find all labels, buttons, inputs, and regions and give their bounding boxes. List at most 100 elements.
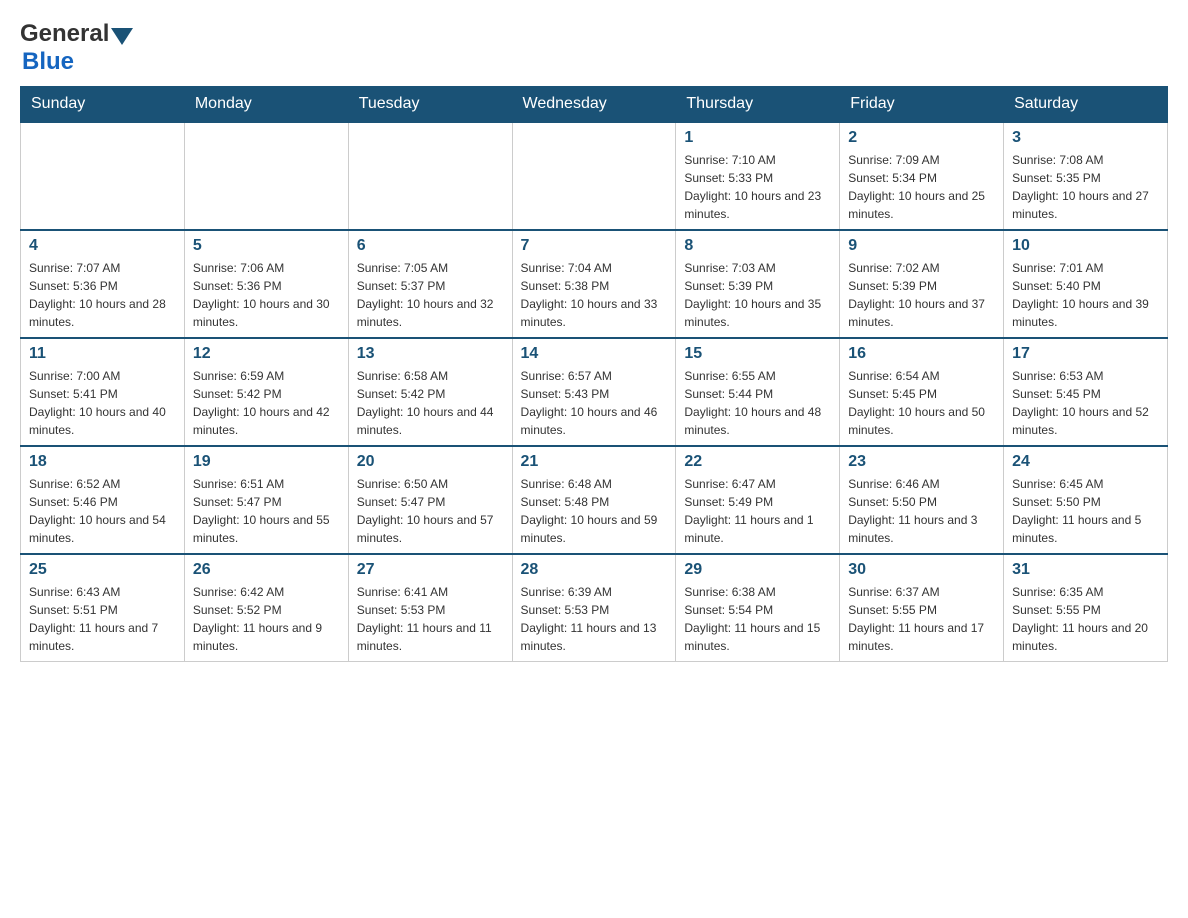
calendar-cell: 18Sunrise: 6:52 AM Sunset: 5:46 PM Dayli… xyxy=(21,446,185,554)
calendar-cell: 2 Sunrise: 7:09 AM Sunset: 5:34 PM Daylig… xyxy=(840,122,1004,230)
calendar-cell: 11 Sunrise: 7:00 AM Sunset: 5:41 PM Dayli… xyxy=(21,338,185,446)
day-number: 20 xyxy=(357,453,504,471)
day-info: Sunrise: 7:00 AM Sunset: 5:41 PM Dayligh… xyxy=(29,367,176,439)
calendar-cell xyxy=(512,122,676,230)
day-number: 19 xyxy=(193,453,340,471)
calendar-week-1: 1 Sunrise: 7:10 AM Sunset: 5:33 PM Daylig… xyxy=(21,122,1168,230)
calendar-cell: 9Sunrise: 7:02 AM Sunset: 5:39 PM Daylig… xyxy=(840,230,1004,338)
day-number: 8 xyxy=(684,237,831,255)
day-number: 15 xyxy=(684,345,831,363)
calendar-cell: 22 Sunrise: 6:47 AM Sunset: 5:49 PM Dayli… xyxy=(676,446,840,554)
day-number: 22 xyxy=(684,453,831,471)
day-info: Sunrise: 6:50 AM Sunset: 5:47 PM Dayligh… xyxy=(357,475,504,547)
day-number: 28 xyxy=(521,561,668,579)
day-number: 9 xyxy=(848,237,995,255)
calendar-cell: 29 Sunrise: 6:38 AM Sunset: 5:54 PM Dayli… xyxy=(676,554,840,662)
day-number: 24 xyxy=(1012,453,1159,471)
day-info: Sunrise: 7:09 AM Sunset: 5:34 PM Dayligh… xyxy=(848,151,995,223)
day-info: Sunrise: 6:42 AM Sunset: 5:52 PM Dayligh… xyxy=(193,583,340,655)
day-info: Sunrise: 7:10 AM Sunset: 5:33 PM Dayligh… xyxy=(684,151,831,223)
day-number: 6 xyxy=(357,237,504,255)
calendar-week-2: 4 Sunrise: 7:07 AM Sunset: 5:36 PM Daylig… xyxy=(21,230,1168,338)
day-info: Sunrise: 6:59 AM Sunset: 5:42 PM Dayligh… xyxy=(193,367,340,439)
calendar-cell: 6 Sunrise: 7:05 AM Sunset: 5:37 PM Daylig… xyxy=(348,230,512,338)
day-info: Sunrise: 6:43 AM Sunset: 5:51 PM Dayligh… xyxy=(29,583,176,655)
day-info: Sunrise: 6:54 AM Sunset: 5:45 PM Dayligh… xyxy=(848,367,995,439)
logo-blue-text: Blue xyxy=(22,48,74,75)
day-info: Sunrise: 7:01 AM Sunset: 5:40 PM Dayligh… xyxy=(1012,259,1159,331)
day-info: Sunrise: 6:48 AM Sunset: 5:48 PM Dayligh… xyxy=(521,475,668,547)
calendar-cell: 30Sunrise: 6:37 AM Sunset: 5:55 PM Dayli… xyxy=(840,554,1004,662)
day-info: Sunrise: 7:05 AM Sunset: 5:37 PM Dayligh… xyxy=(357,259,504,331)
weekday-header-monday: Monday xyxy=(184,87,348,123)
calendar-cell xyxy=(184,122,348,230)
calendar-cell: 27 Sunrise: 6:41 AM Sunset: 5:53 PM Dayli… xyxy=(348,554,512,662)
day-number: 4 xyxy=(29,237,176,255)
calendar-cell: 28 Sunrise: 6:39 AM Sunset: 5:53 PM Dayli… xyxy=(512,554,676,662)
day-info: Sunrise: 6:41 AM Sunset: 5:53 PM Dayligh… xyxy=(357,583,504,655)
day-info: Sunrise: 6:47 AM Sunset: 5:49 PM Dayligh… xyxy=(684,475,831,547)
calendar-cell: 5Sunrise: 7:06 AM Sunset: 5:36 PM Daylig… xyxy=(184,230,348,338)
day-info: Sunrise: 6:51 AM Sunset: 5:47 PM Dayligh… xyxy=(193,475,340,547)
calendar-cell: 1 Sunrise: 7:10 AM Sunset: 5:33 PM Daylig… xyxy=(676,122,840,230)
weekday-header-thursday: Thursday xyxy=(676,87,840,123)
day-number: 25 xyxy=(29,561,176,579)
day-number: 7 xyxy=(521,237,668,255)
day-number: 1 xyxy=(684,129,831,147)
day-info: Sunrise: 6:39 AM Sunset: 5:53 PM Dayligh… xyxy=(521,583,668,655)
day-number: 12 xyxy=(193,345,340,363)
calendar-cell: 24 Sunrise: 6:45 AM Sunset: 5:50 PM Dayli… xyxy=(1004,446,1168,554)
day-info: Sunrise: 6:57 AM Sunset: 5:43 PM Dayligh… xyxy=(521,367,668,439)
calendar-week-5: 25 Sunrise: 6:43 AM Sunset: 5:51 PM Dayli… xyxy=(21,554,1168,662)
calendar-cell: 8Sunrise: 7:03 AM Sunset: 5:39 PM Daylig… xyxy=(676,230,840,338)
day-info: Sunrise: 6:55 AM Sunset: 5:44 PM Dayligh… xyxy=(684,367,831,439)
day-number: 13 xyxy=(357,345,504,363)
day-number: 23 xyxy=(848,453,995,471)
day-number: 26 xyxy=(193,561,340,579)
calendar-cell: 25 Sunrise: 6:43 AM Sunset: 5:51 PM Dayli… xyxy=(21,554,185,662)
weekday-header-sunday: Sunday xyxy=(21,87,185,123)
calendar-cell: 31Sunrise: 6:35 AM Sunset: 5:55 PM Dayli… xyxy=(1004,554,1168,662)
weekday-header-row: SundayMondayTuesdayWednesdayThursdayFrid… xyxy=(21,87,1168,123)
weekday-header-tuesday: Tuesday xyxy=(348,87,512,123)
calendar-cell: 12 Sunrise: 6:59 AM Sunset: 5:42 PM Dayli… xyxy=(184,338,348,446)
weekday-header-saturday: Saturday xyxy=(1004,87,1168,123)
calendar-cell: 13 Sunrise: 6:58 AM Sunset: 5:42 PM Dayli… xyxy=(348,338,512,446)
day-number: 3 xyxy=(1012,129,1159,147)
calendar-cell: 20 Sunrise: 6:50 AM Sunset: 5:47 PM Dayli… xyxy=(348,446,512,554)
logo: General Blue xyxy=(20,20,135,76)
day-info: Sunrise: 6:38 AM Sunset: 5:54 PM Dayligh… xyxy=(684,583,831,655)
calendar-week-3: 11 Sunrise: 7:00 AM Sunset: 5:41 PM Dayli… xyxy=(21,338,1168,446)
day-number: 16 xyxy=(848,345,995,363)
calendar-cell: 14 Sunrise: 6:57 AM Sunset: 5:43 PM Dayli… xyxy=(512,338,676,446)
calendar-cell: 3Sunrise: 7:08 AM Sunset: 5:35 PM Daylig… xyxy=(1004,122,1168,230)
weekday-header-friday: Friday xyxy=(840,87,1004,123)
day-info: Sunrise: 7:06 AM Sunset: 5:36 PM Dayligh… xyxy=(193,259,340,331)
day-number: 18 xyxy=(29,453,176,471)
day-info: Sunrise: 6:46 AM Sunset: 5:50 PM Dayligh… xyxy=(848,475,995,547)
day-info: Sunrise: 7:04 AM Sunset: 5:38 PM Dayligh… xyxy=(521,259,668,331)
day-info: Sunrise: 6:58 AM Sunset: 5:42 PM Dayligh… xyxy=(357,367,504,439)
calendar-cell: 16 Sunrise: 6:54 AM Sunset: 5:45 PM Dayli… xyxy=(840,338,1004,446)
calendar-cell: 4 Sunrise: 7:07 AM Sunset: 5:36 PM Daylig… xyxy=(21,230,185,338)
day-number: 17 xyxy=(1012,345,1159,363)
day-info: Sunrise: 7:07 AM Sunset: 5:36 PM Dayligh… xyxy=(29,259,176,331)
day-number: 27 xyxy=(357,561,504,579)
day-number: 30 xyxy=(848,561,995,579)
calendar-cell: 26 Sunrise: 6:42 AM Sunset: 5:52 PM Dayli… xyxy=(184,554,348,662)
calendar-cell: 7 Sunrise: 7:04 AM Sunset: 5:38 PM Daylig… xyxy=(512,230,676,338)
day-number: 11 xyxy=(29,345,176,363)
day-number: 2 xyxy=(848,129,995,147)
day-info: Sunrise: 6:35 AM Sunset: 5:55 PM Dayligh… xyxy=(1012,583,1159,655)
calendar-cell: 15 Sunrise: 6:55 AM Sunset: 5:44 PM Dayli… xyxy=(676,338,840,446)
calendar-cell xyxy=(348,122,512,230)
weekday-header-wednesday: Wednesday xyxy=(512,87,676,123)
day-number: 14 xyxy=(521,345,668,363)
logo-triangle-icon xyxy=(111,28,133,45)
day-number: 29 xyxy=(684,561,831,579)
calendar-cell: 23 Sunrise: 6:46 AM Sunset: 5:50 PM Dayli… xyxy=(840,446,1004,554)
calendar-cell: 19 Sunrise: 6:51 AM Sunset: 5:47 PM Dayli… xyxy=(184,446,348,554)
calendar-table: SundayMondayTuesdayWednesdayThursdayFrid… xyxy=(20,86,1168,662)
day-info: Sunrise: 6:45 AM Sunset: 5:50 PM Dayligh… xyxy=(1012,475,1159,547)
day-info: Sunrise: 6:53 AM Sunset: 5:45 PM Dayligh… xyxy=(1012,367,1159,439)
